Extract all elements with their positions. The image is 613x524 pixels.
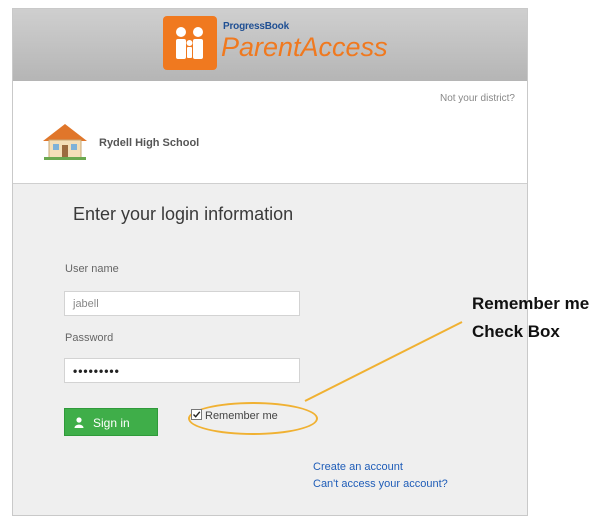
annotation-line-1: Remember me (472, 294, 590, 313)
annotation-line-2: Check Box (472, 322, 560, 341)
annotation-label: Remember me Check Box (472, 290, 589, 346)
callout-connector-line (304, 321, 463, 402)
